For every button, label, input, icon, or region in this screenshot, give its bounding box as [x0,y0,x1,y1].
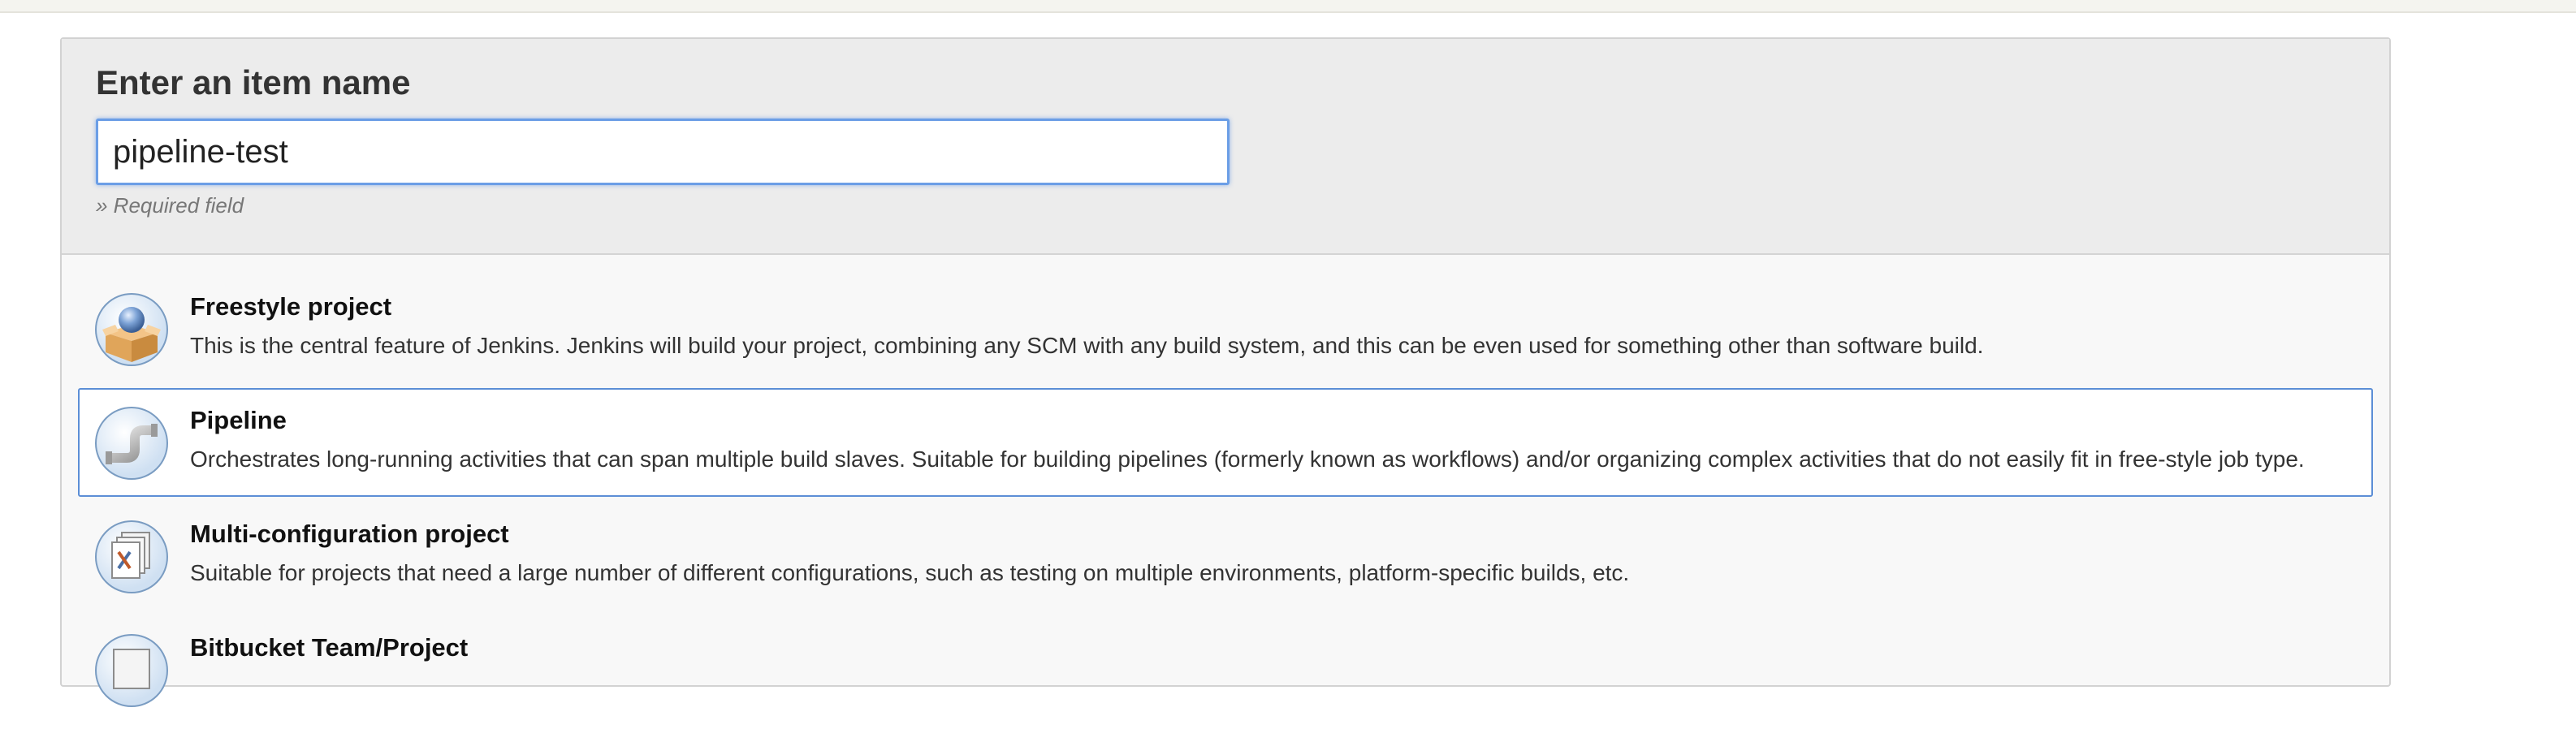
new-item-panel: Enter an item name » Required field [60,37,2391,707]
item-name-heading: Enter an item name [96,63,411,101]
top-strip [0,0,2576,13]
pipeline-icon [94,406,169,481]
item-type-description: Suitable for projects that need a large … [190,560,1630,585]
item-name-section: Enter an item name » Required field [62,39,2389,255]
bitbucket-team-icon [94,633,169,708]
item-type-description: This is the central feature of Jenkins. … [190,333,1984,358]
item-type-title: Pipeline [190,406,287,434]
item-type-title: Freestyle project [190,292,392,321]
multi-configuration-icon [94,520,169,594]
freestyle-project-icon [94,292,169,367]
required-field-hint: » Required field [96,193,244,218]
item-type-freestyle-project[interactable]: Freestyle project This is the central fe… [78,274,2373,383]
item-type-pipeline[interactable]: Pipeline Orchestrates long-running activ… [78,388,2373,497]
item-type-multi-configuration-project[interactable]: Multi-configuration project Suitable for… [78,502,2373,610]
item-name-input[interactable] [96,119,1230,185]
item-type-list: Freestyle project This is the central fe… [78,274,2373,729]
item-type-bitbucket-team-project[interactable]: Bitbucket Team/Project [78,615,2373,724]
item-type-description: Orchestrates long-running activities tha… [190,446,2305,472]
item-type-title: Multi-configuration project [190,520,509,548]
item-type-title: Bitbucket Team/Project [190,633,469,662]
